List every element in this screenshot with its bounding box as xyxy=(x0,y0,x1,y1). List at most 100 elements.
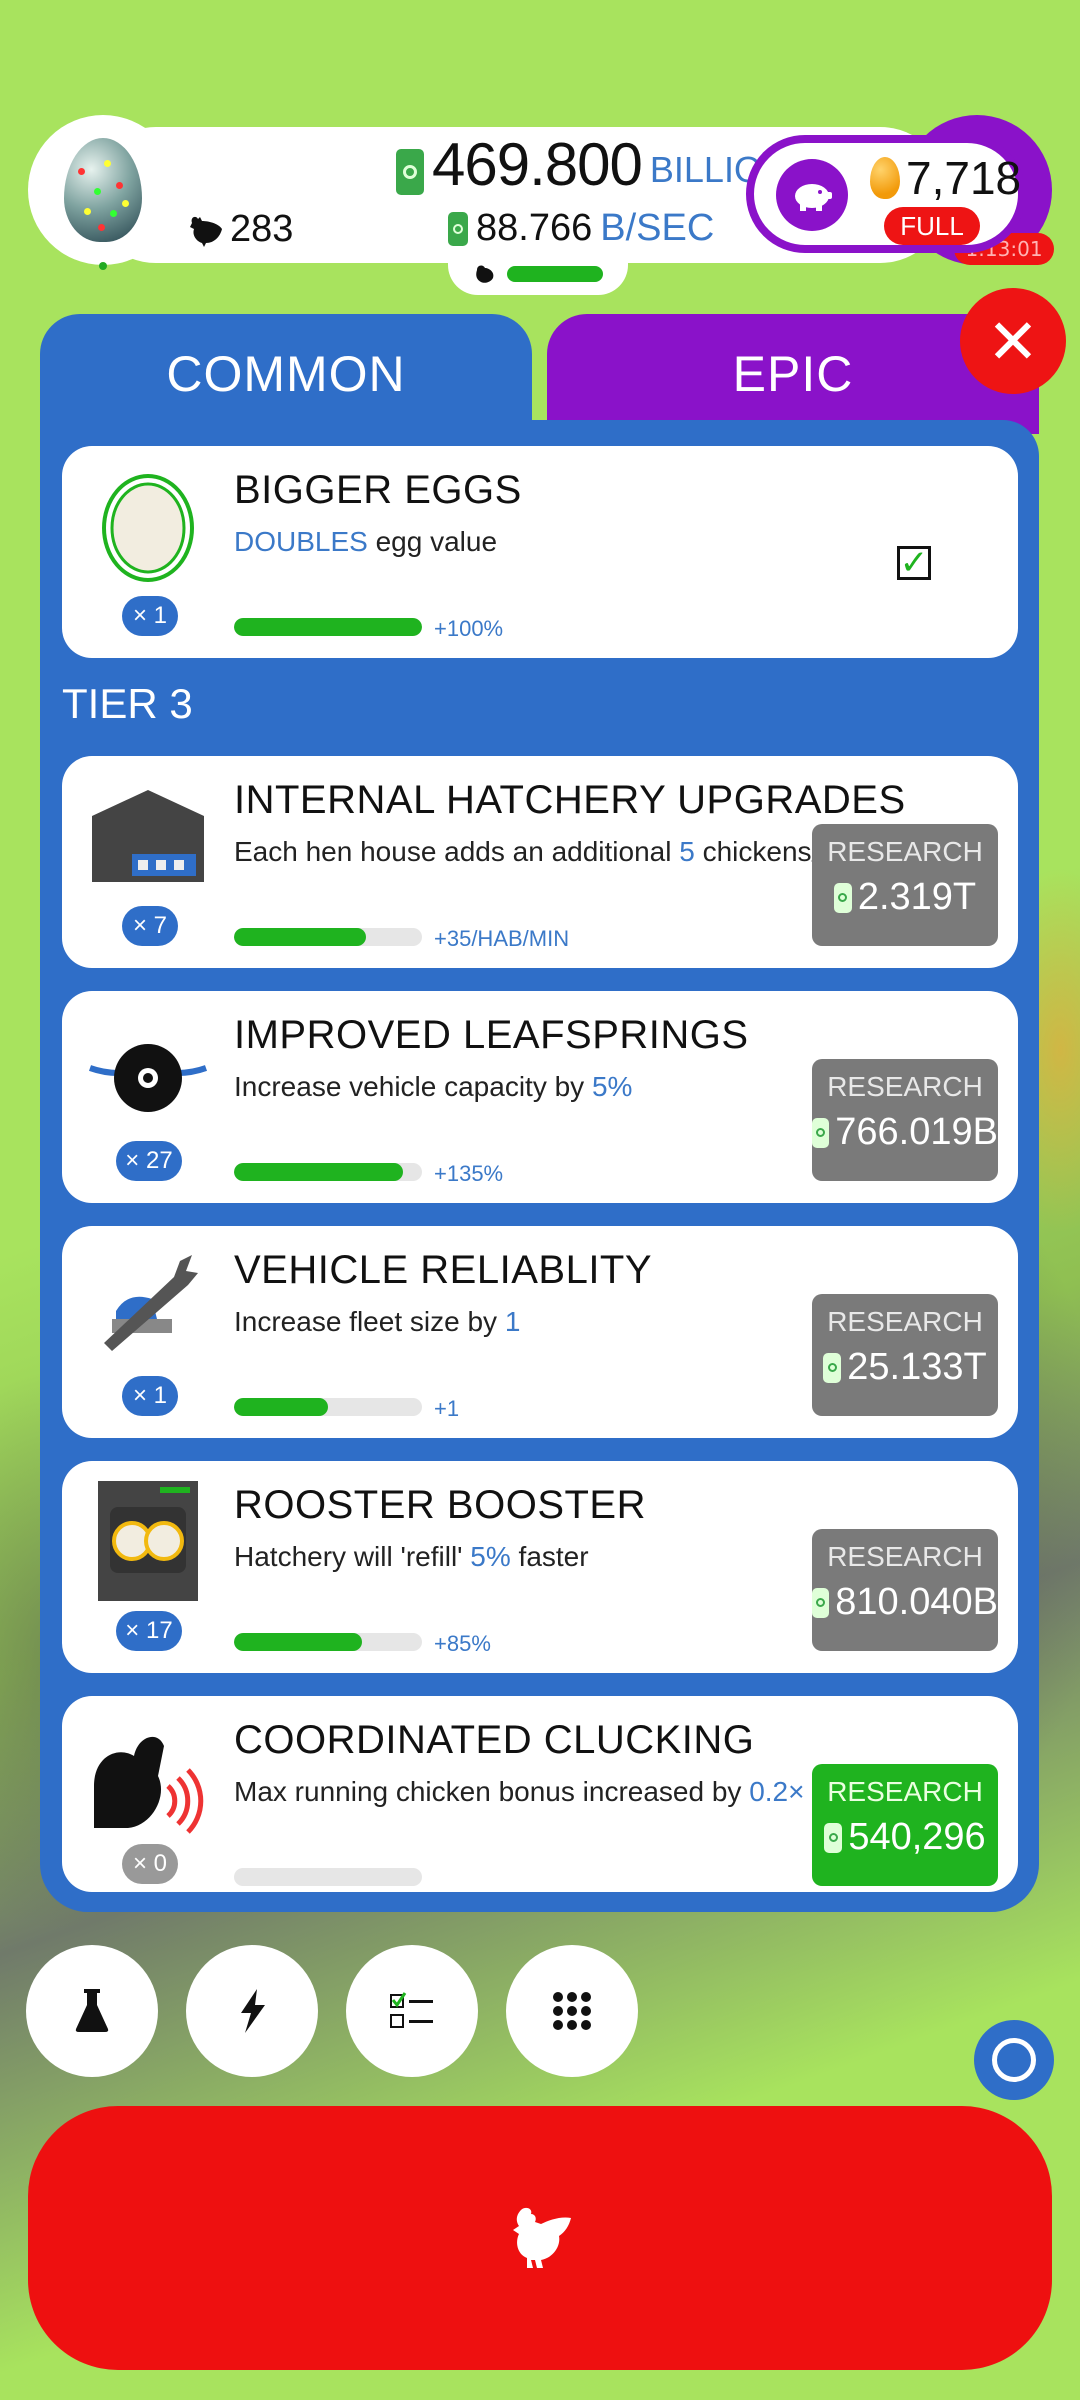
bonus-text: +35/HAB/MIN xyxy=(434,926,570,951)
level-badge: × 1 xyxy=(122,1376,178,1416)
research-description: Hatchery will 'refill' 5% faster xyxy=(234,1541,589,1573)
hatch-chicken-button[interactable] xyxy=(28,2106,1052,2370)
egg-type-button[interactable] xyxy=(28,115,178,265)
rate-value: 88.766 xyxy=(476,207,593,249)
desc-text: Increase fleet size by xyxy=(234,1306,505,1337)
desc-highlight: DOUBLES xyxy=(234,526,368,557)
rate-unit: B/SEC xyxy=(600,207,715,249)
progress-bar xyxy=(234,1163,422,1181)
progress-bar xyxy=(234,1633,422,1651)
current-egg-icon xyxy=(64,138,142,242)
boosts-button[interactable] xyxy=(186,1945,318,2077)
research-title: VEHICLE RELIABLITY xyxy=(234,1248,653,1292)
research-button[interactable]: RESEARCH 766.019B xyxy=(812,1059,998,1181)
research-lab-button[interactable] xyxy=(26,1945,158,2077)
missions-button[interactable] xyxy=(346,1945,478,2077)
hen-house-icon xyxy=(88,776,208,896)
research-title: COORDINATED CLUCKING xyxy=(234,1718,755,1762)
research-description: Increase fleet size by 1 xyxy=(234,1306,520,1338)
desc-text: Each hen house adds an additional xyxy=(234,836,680,867)
tier-label: TIER 3 xyxy=(62,680,193,727)
hab-capacity-bar xyxy=(507,266,603,282)
clucking-chickens-icon xyxy=(88,1716,208,1836)
wheel-spring-icon xyxy=(88,1011,208,1131)
desc-text: egg value xyxy=(367,526,498,557)
progress-fill xyxy=(234,1633,362,1651)
checklist-icon xyxy=(390,1992,433,2028)
research-description: DOUBLES egg value xyxy=(234,526,497,558)
golden-eggs-panel[interactable]: 1:13:01 7,718 FULL xyxy=(746,115,1054,265)
desc-highlight: 5% xyxy=(470,1541,511,1572)
incubator-icon xyxy=(88,1481,208,1601)
piggy-full-badge: FULL xyxy=(884,207,980,245)
research-description: Each hen house adds an additional 5 chic… xyxy=(234,836,864,868)
grid-icon xyxy=(553,1992,591,2030)
income-rate: 88.766 B/SEC xyxy=(448,207,714,250)
research-cost: 540,296 xyxy=(848,1816,986,1858)
money-value: 469.800 xyxy=(432,131,643,198)
research-cost: 810.040B xyxy=(835,1581,998,1623)
research-card: × 1 VEHICLE RELIABLITY Increase fleet si… xyxy=(62,1226,1018,1438)
progress-fill xyxy=(234,1398,328,1416)
desc-highlight: 1 xyxy=(504,1306,521,1337)
checkbox-checked-icon: ✓ xyxy=(897,546,931,580)
menu-button[interactable] xyxy=(506,1945,638,2077)
desc-highlight: 0.2× xyxy=(749,1776,805,1807)
overlay-circle-button[interactable] xyxy=(974,2020,1054,2100)
desc-text: Increase vehicle capacity by xyxy=(234,1071,592,1102)
cash-icon xyxy=(396,149,424,195)
gold-pill: 7,718 FULL xyxy=(746,135,1026,253)
research-title: IMPROVED LEAFSPRINGS xyxy=(234,1013,749,1057)
research-button-label: RESEARCH xyxy=(827,1071,983,1102)
golden-egg-count: 7,718 xyxy=(906,152,1022,204)
progress-bar xyxy=(234,928,422,946)
research-button-label: RESEARCH xyxy=(827,1306,983,1337)
research-button[interactable]: RESEARCH 540,296 xyxy=(812,1764,998,1886)
golden-egg-icon xyxy=(870,157,900,199)
chicken-icon xyxy=(513,2207,571,2268)
level-badge: × 17 xyxy=(116,1611,182,1651)
progress-fill xyxy=(234,618,422,636)
research-title: ROOSTER BOOSTER xyxy=(234,1483,646,1527)
research-card-bigger-eggs: × 1 BIGGER EGGS DOUBLES egg value +100% … xyxy=(62,446,1018,658)
desc-text: Hatchery will 'refill' xyxy=(234,1541,471,1572)
bonus-text: +135% xyxy=(434,1161,504,1186)
hen-icon xyxy=(476,265,494,283)
egg-icon xyxy=(88,466,208,586)
research-title: INTERNAL HATCHERY UPGRADES xyxy=(234,778,906,822)
money-display: 469.800 BILLION xyxy=(396,135,788,195)
progress-bar xyxy=(234,618,422,636)
cash-icon xyxy=(448,211,468,246)
research-title: BIGGER EGGS xyxy=(234,468,522,512)
desc-text: Max running chicken bonus increased by xyxy=(234,1776,750,1807)
cash-icon xyxy=(824,1822,843,1853)
bonus-text: +1 xyxy=(434,1396,460,1421)
desc-highlight: 5% xyxy=(591,1071,633,1102)
level-badge: × 27 xyxy=(116,1141,182,1181)
cash-icon xyxy=(812,1117,830,1148)
close-button[interactable]: ✕ xyxy=(960,288,1066,394)
piggy-bank-icon[interactable] xyxy=(776,159,848,231)
research-card: × 7 INTERNAL HATCHERY UPGRADES Each hen … xyxy=(62,756,1018,968)
research-button[interactable]: RESEARCH 25.133T xyxy=(812,1294,998,1416)
circle-icon xyxy=(992,2038,1036,2082)
research-card: × 0 COORDINATED CLUCKING Max running chi… xyxy=(62,1696,1018,1892)
cash-icon xyxy=(812,1587,830,1618)
chicken-icon xyxy=(190,216,222,247)
tab-common[interactable]: COMMON xyxy=(40,314,532,434)
research-button[interactable]: RESEARCH 810.040B xyxy=(812,1529,998,1651)
bonus-text: +85% xyxy=(434,1631,491,1656)
research-card: × 17 ROOSTER BOOSTER Hatchery will 'refi… xyxy=(62,1461,1018,1673)
progress-bar xyxy=(234,1868,422,1886)
research-button-label: RESEARCH xyxy=(827,1776,983,1807)
wrench-truck-icon xyxy=(88,1246,208,1366)
research-button-label: RESEARCH xyxy=(827,836,983,867)
research-button[interactable]: RESEARCH 2.319T xyxy=(812,824,998,946)
level-badge: × 1 xyxy=(122,596,178,636)
research-cost: 25.133T xyxy=(847,1346,987,1388)
hab-capacity-tab[interactable] xyxy=(448,253,628,295)
close-icon: ✕ xyxy=(987,304,1039,378)
level-badge: × 7 xyxy=(122,906,178,946)
chicken-count-value: 283 xyxy=(230,208,294,250)
desc-highlight: 5 xyxy=(679,836,695,867)
